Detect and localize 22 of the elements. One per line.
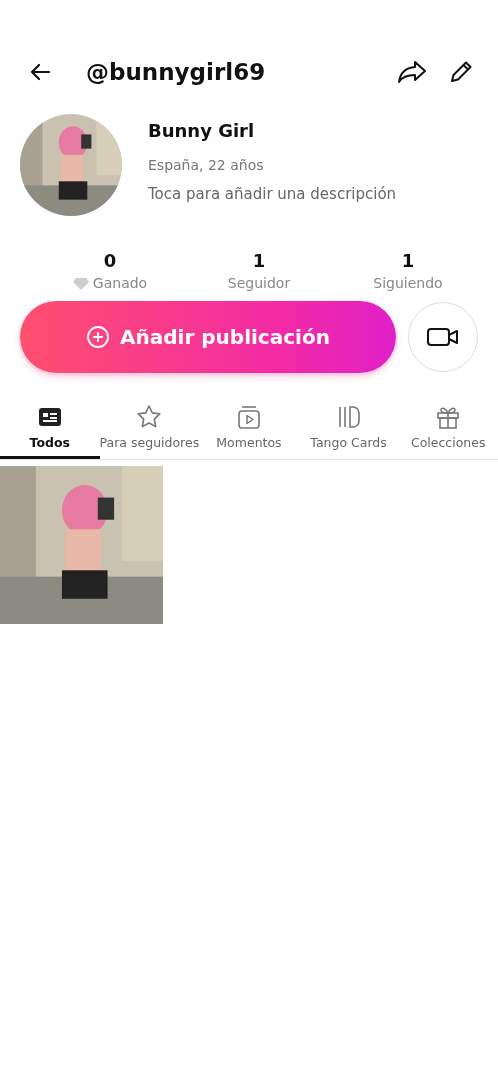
plus-icon [86,325,111,349]
profile-tab[interactable]: Colecciones [398,399,498,459]
profile-name: Bunny Girl [148,120,256,141]
add-post-button[interactable]: Añadir publicación [20,301,396,373]
profile-tab[interactable]: Todos [0,399,100,459]
stat-value: 1 [252,250,266,271]
stat-value: 0 [103,250,117,271]
description-placeholder[interactable]: Toca para añadir una descripción [148,185,397,203]
stat-value: 1 [401,250,415,271]
diamond-icon [72,276,89,290]
stat-label: Siguiendo [373,275,443,291]
profile-tab[interactable]: Para seguidores [99,399,200,459]
play-icon [235,403,263,431]
stat-label: Seguidor [227,275,291,291]
profile-tab[interactable]: Momentos [199,399,299,459]
share-icon [396,59,428,85]
pencil-icon [448,59,474,85]
video-camera-icon [426,326,460,348]
profile-tab[interactable]: Tango Cards [298,399,399,459]
profile-location: España, 22 años [148,157,265,173]
stat-label: Ganado [92,275,148,291]
username: @bunnygirl69 [86,59,267,85]
